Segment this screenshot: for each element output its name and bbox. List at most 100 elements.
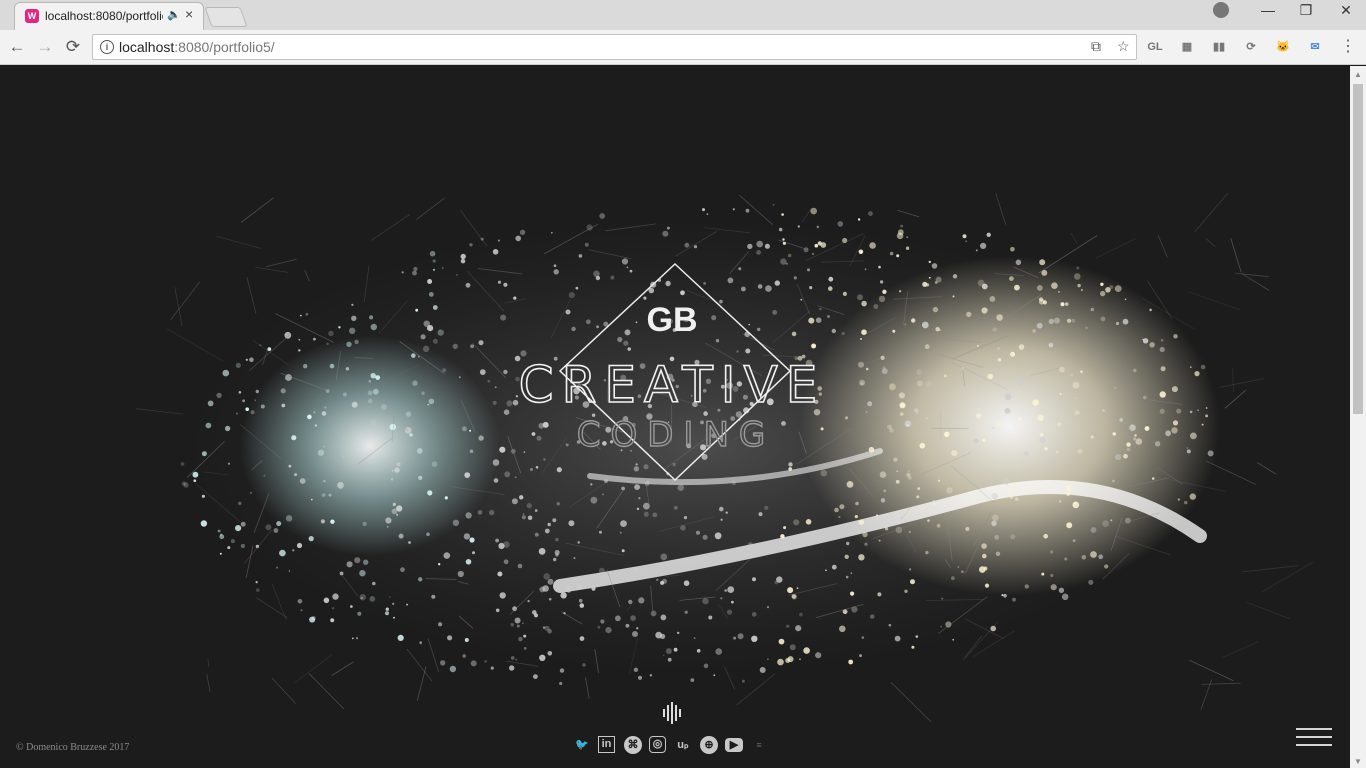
scroll-up-icon[interactable]: ▲ — [1354, 70, 1362, 79]
particle-dot — [820, 469, 828, 477]
particle-dot — [733, 636, 737, 640]
close-window-button[interactable]: ✕ — [1326, 0, 1366, 22]
new-tab-button[interactable] — [204, 7, 248, 27]
particle-dot — [1010, 246, 1015, 252]
particle-dot — [857, 218, 861, 221]
particle-dot — [1001, 594, 1004, 597]
particle-dot — [263, 474, 266, 477]
particle-dot — [311, 498, 313, 501]
tab-close-icon[interactable]: × — [185, 6, 193, 22]
forward-icon[interactable]: → — [34, 36, 56, 58]
browser-menu-icon[interactable]: ⋮ — [1340, 36, 1356, 56]
particle-dot — [627, 347, 631, 351]
particle-dot — [553, 269, 559, 275]
particle-dot — [1090, 527, 1097, 533]
particle-dot — [893, 457, 898, 462]
tab-audio-icon[interactable]: 🔈 — [167, 8, 181, 21]
particle-dot — [791, 331, 797, 337]
particle-dot — [1201, 423, 1204, 426]
bookmark-star-icon[interactable]: ☆ — [1117, 38, 1130, 55]
particle-dot — [916, 380, 924, 387]
extension-gl-icon[interactable]: GL — [1146, 38, 1164, 56]
particle-dot — [1088, 579, 1094, 585]
youtube-icon[interactable]: ▶ — [725, 738, 743, 752]
particle-dot — [1122, 318, 1129, 325]
extension-columns-icon[interactable]: ▮▮ — [1210, 38, 1228, 56]
scroll-down-icon[interactable]: ▼ — [1354, 757, 1362, 766]
linkedin-icon[interactable]: in — [598, 736, 615, 753]
particle-line — [206, 674, 211, 693]
particle-dot — [1036, 285, 1043, 291]
scroll-thumb[interactable] — [1353, 84, 1363, 414]
particle-dot — [443, 552, 451, 559]
particle-dot — [634, 484, 640, 490]
particle-dot — [846, 541, 850, 546]
site-info-icon[interactable]: i — [100, 40, 114, 54]
particle-dot — [820, 242, 827, 248]
reload-icon[interactable]: ⟳ — [62, 36, 84, 58]
extension-grid-icon[interactable]: ▦ — [1178, 38, 1196, 56]
audio-toggle-icon[interactable] — [662, 702, 682, 724]
particle-dot — [503, 409, 510, 416]
particle-dot — [460, 253, 466, 260]
profile-icon[interactable] — [1213, 2, 1229, 18]
particle-line — [370, 214, 410, 241]
particle-line — [246, 277, 257, 314]
particle-dot — [850, 572, 853, 575]
particle-dot — [951, 450, 958, 457]
minimize-button[interactable]: — — [1248, 0, 1288, 22]
particle-dot — [787, 253, 792, 258]
upwork-icon[interactable]: uₚ — [674, 736, 692, 754]
particle-line — [890, 682, 932, 723]
particle-dot — [704, 556, 708, 560]
browser-tab[interactable]: W localhost:8080/portfolio5/ 🔈 × — [14, 2, 204, 30]
github-icon[interactable]: ⌘ — [624, 736, 642, 754]
particle-dot — [1074, 397, 1077, 399]
translate-icon[interactable]: ⧉ — [1091, 38, 1101, 55]
particle-dot — [437, 329, 444, 336]
particle-dot — [418, 577, 423, 582]
extension-mail-icon[interactable]: ✉ — [1306, 38, 1324, 56]
maximize-button[interactable]: ❐ — [1286, 0, 1326, 22]
rss-icon[interactable]: ≡ — [750, 736, 768, 754]
particle-dot — [521, 622, 524, 625]
extension-github-icon[interactable]: 🐱 — [1274, 38, 1292, 56]
dribbble-icon[interactable]: ⊕ — [700, 736, 718, 754]
page-scrollbar[interactable]: ▲ ▼ — [1350, 66, 1366, 768]
url-text[interactable]: localhost:8080/portfolio5/ — [119, 39, 275, 55]
particle-dot — [742, 679, 745, 683]
particle-dot — [193, 479, 197, 483]
extension-sync-icon[interactable]: ⟳ — [1242, 38, 1260, 56]
particle-dot — [844, 416, 849, 420]
particle-dot — [260, 404, 265, 409]
particle-dot — [862, 531, 868, 538]
particle-dot — [764, 243, 770, 249]
particle-dot — [916, 369, 923, 375]
twitter-icon[interactable]: 🐦 — [573, 736, 591, 754]
particle-dot — [941, 597, 944, 600]
particle-line — [1232, 368, 1234, 393]
tab-strip: W localhost:8080/portfolio5/ 🔈 × — ❐ ✕ — [0, 0, 1366, 30]
instagram-icon[interactable]: ◎ — [649, 736, 666, 753]
particle-dot — [432, 268, 436, 271]
particle-dot — [279, 549, 286, 557]
particle-dot — [842, 291, 848, 296]
particle-dot — [513, 296, 517, 300]
particle-dot — [662, 654, 665, 657]
particle-dot — [555, 537, 559, 542]
particle-dot — [556, 502, 560, 506]
particle-dot — [313, 337, 316, 341]
particle-dot — [643, 464, 649, 470]
particle-dot — [534, 509, 538, 512]
particle-dot — [359, 570, 366, 577]
menu-hamburger-icon[interactable] — [1296, 728, 1332, 748]
particle-dot — [388, 596, 391, 598]
particle-dot — [1194, 371, 1200, 377]
particle-dot — [1058, 587, 1065, 593]
particle-dot — [254, 399, 257, 402]
back-icon[interactable]: ← — [6, 36, 28, 58]
particle-dot — [330, 618, 335, 623]
address-bar[interactable]: i localhost:8080/portfolio5/ ⧉ ☆ — [92, 34, 1137, 60]
particle-dot — [1070, 373, 1073, 376]
particle-dot — [831, 564, 837, 570]
